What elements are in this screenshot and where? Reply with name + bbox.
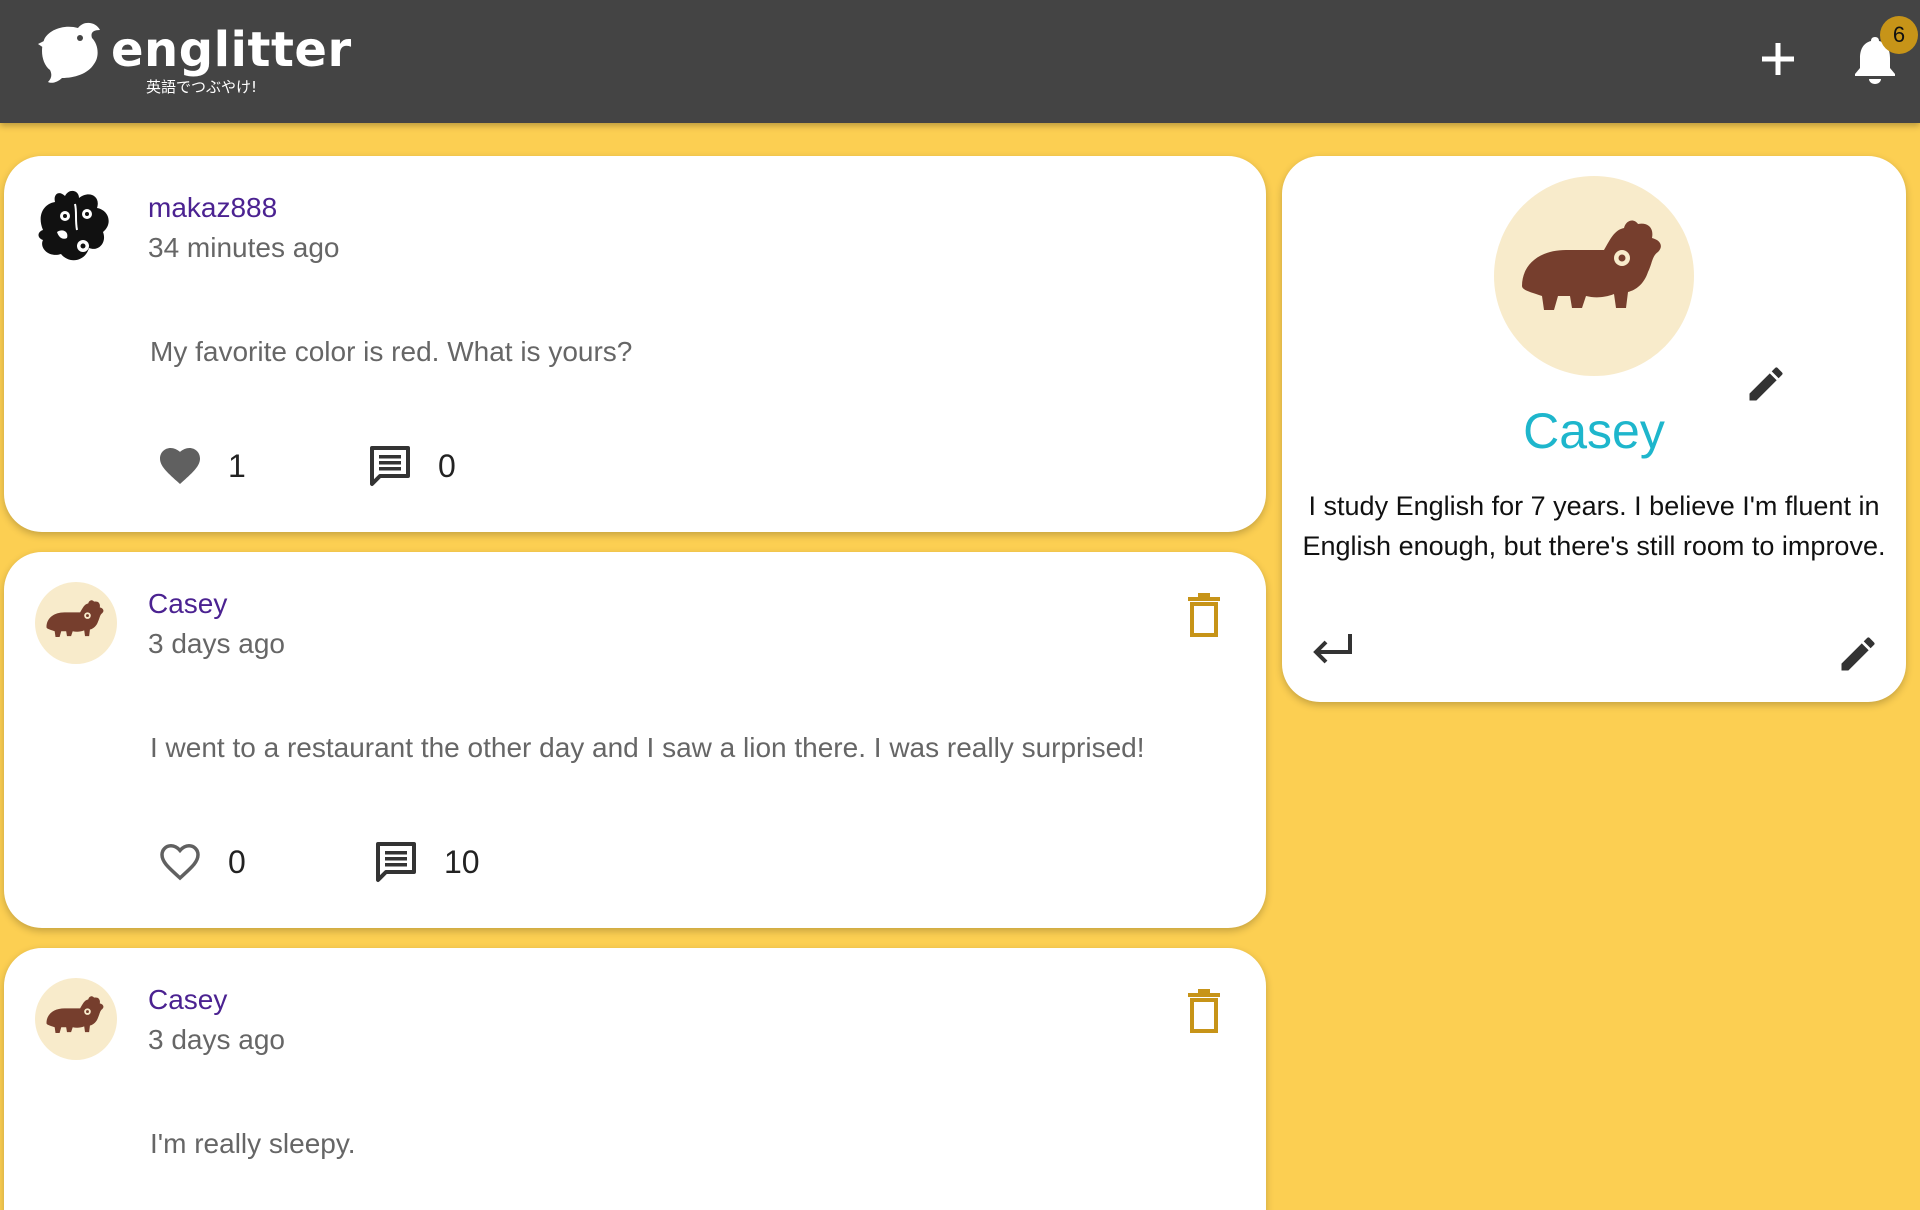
post-card: Casey 3 days ago I'm really sleepy. [4, 948, 1266, 1210]
like-button[interactable]: 0 [158, 836, 246, 888]
post-text: I went to a restaurant the other day and… [150, 732, 1145, 763]
app-logo[interactable]: englitter 英語でつぶやけ! [38, 20, 351, 100]
avatar[interactable] [35, 582, 117, 664]
delete-post-button[interactable] [1184, 988, 1224, 1034]
comment-button[interactable]: 10 [374, 836, 480, 888]
post-username[interactable]: Casey [148, 984, 227, 1016]
delete-post-button[interactable] [1184, 592, 1224, 638]
post-text: I'm really sleepy. [150, 1128, 356, 1159]
heart-filled-icon [160, 448, 200, 484]
edit-avatar-button[interactable] [1744, 362, 1788, 406]
heart-outline-icon [160, 844, 200, 881]
edit-profile-button[interactable] [1836, 632, 1880, 676]
like-button[interactable]: 1 [158, 440, 246, 492]
post-username[interactable]: Casey [148, 588, 227, 620]
hippo-avatar-icon [35, 582, 117, 664]
butterfly-avatar-icon [35, 186, 117, 268]
trash-icon [1188, 593, 1220, 637]
comment-count: 10 [444, 843, 480, 880]
trash-icon [1188, 989, 1220, 1033]
comment-icon [376, 842, 416, 882]
add-post-button[interactable] [1758, 39, 1798, 79]
logo-subtitle: 英語でつぶやけ! [146, 78, 258, 96]
profile-bio: I study English for 7 years. I believe I… [1302, 491, 1886, 561]
post-card: Casey 3 days ago I went to a restaurant … [4, 552, 1266, 928]
back-button[interactable] [1308, 626, 1356, 670]
pencil-icon [1841, 637, 1875, 671]
profile-card: Casey I study English for 7 years. I bel… [1282, 156, 1906, 702]
plus-icon [1762, 43, 1794, 75]
post-timestamp: 3 days ago [148, 628, 285, 659]
like-count: 1 [228, 447, 246, 484]
profile-avatar [1494, 176, 1694, 376]
notification-badge: 6 [1880, 16, 1918, 54]
comment-button[interactable]: 0 [368, 440, 456, 492]
like-count: 0 [228, 843, 246, 880]
comment-count: 0 [438, 447, 456, 484]
post-timestamp: 3 days ago [148, 1024, 285, 1055]
post-text: My favorite color is red. What is yours? [150, 336, 633, 367]
profile-name: Casey [1523, 403, 1665, 459]
hippo-icon [1494, 176, 1694, 376]
avatar[interactable] [35, 978, 117, 1060]
logo-title: englitter [111, 22, 352, 78]
return-arrow-icon [1313, 634, 1352, 664]
comment-icon [370, 446, 410, 486]
top-app-bar: englitter 英語でつぶやけ! 6 [0, 0, 1920, 123]
hippo-avatar-icon [35, 978, 117, 1060]
post-timestamp: 34 minutes ago [148, 232, 340, 263]
avatar[interactable] [35, 186, 117, 268]
post-username[interactable]: makaz888 [148, 192, 277, 224]
post-card: makaz888 34 minutes ago My favorite colo… [4, 156, 1266, 532]
bird-logo-icon [38, 22, 100, 83]
pencil-icon [1749, 367, 1783, 401]
